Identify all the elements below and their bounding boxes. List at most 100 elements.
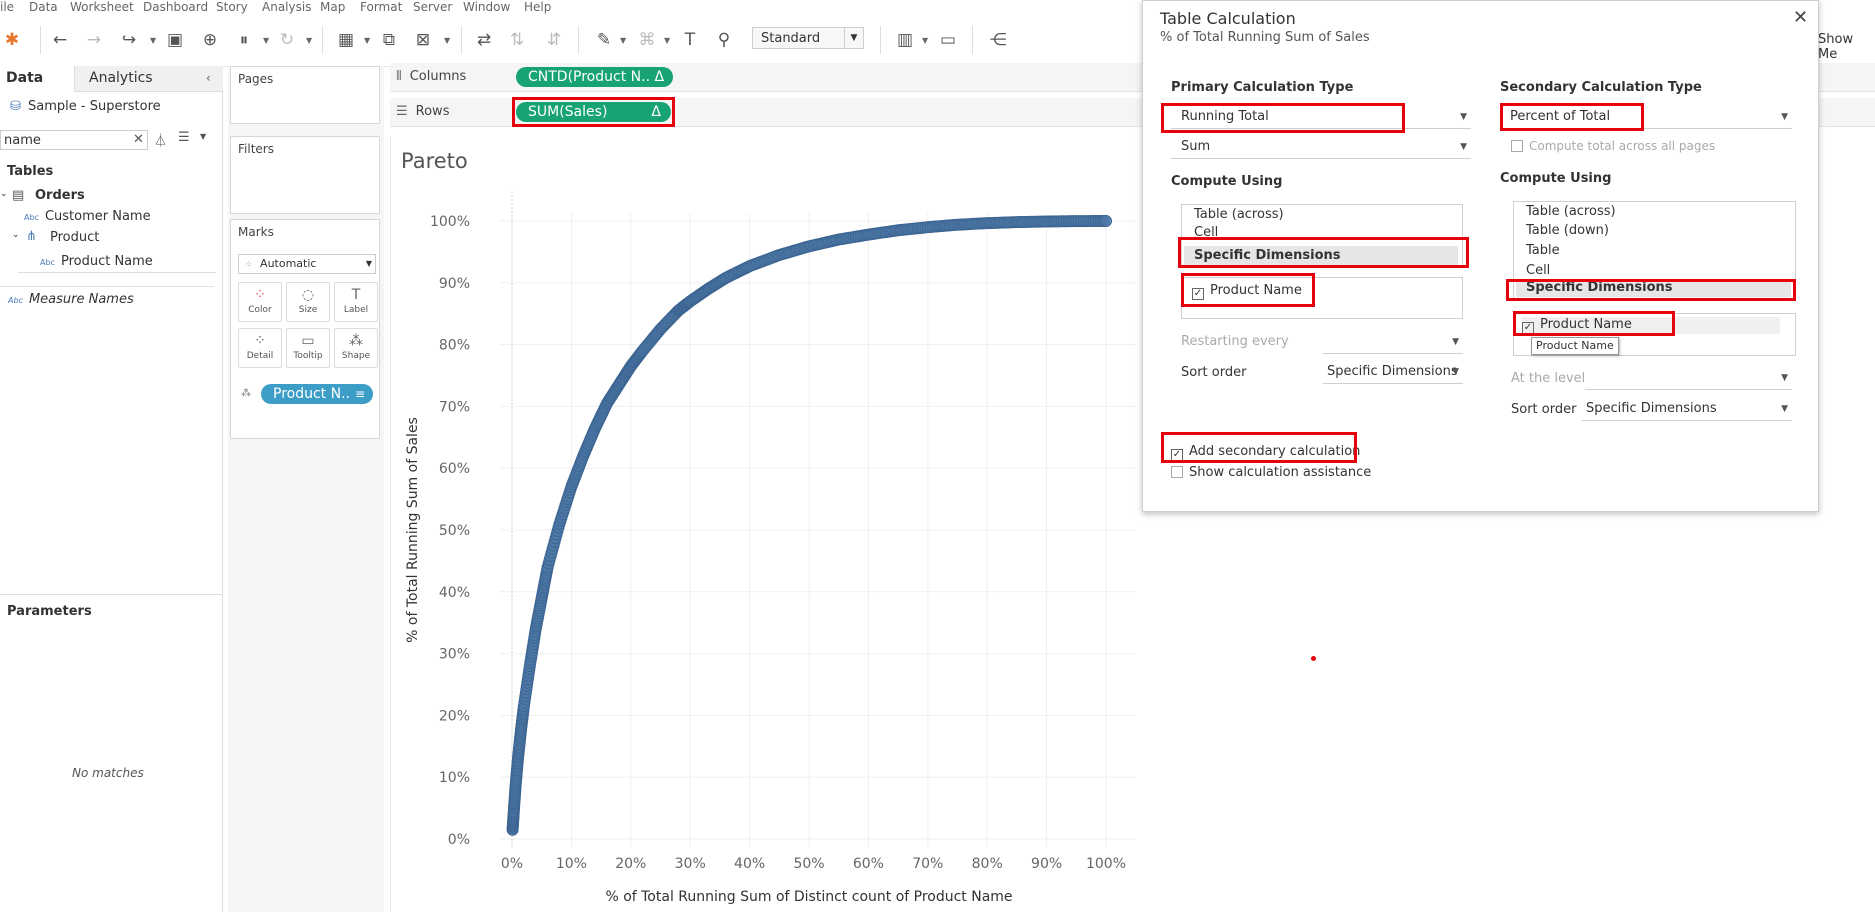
menu-story[interactable]: Story	[216, 0, 248, 14]
scatter-point	[1100, 215, 1112, 227]
fit-select[interactable]: Standard ▼	[752, 27, 864, 49]
chevron-down-icon[interactable]: ▼	[306, 36, 312, 45]
mark-type-select[interactable]: ⁘ Automatic ▼	[238, 254, 376, 274]
new-datasource-icon[interactable]: ⊕	[198, 28, 222, 52]
refresh-icon[interactable]: ↻	[275, 28, 299, 52]
chevron-down-icon[interactable]: ▼	[263, 36, 269, 45]
menu-data[interactable]: Data	[29, 0, 58, 14]
menu-map[interactable]: Map	[320, 0, 345, 14]
save-icon[interactable]: ▣	[163, 28, 187, 52]
close-icon[interactable]: ✕	[1793, 7, 1808, 28]
primary-sort-value: Specific Dimensions	[1327, 364, 1458, 379]
detail-button[interactable]: ⁘ Detail	[238, 328, 282, 368]
datasource-name[interactable]: Sample - Superstore	[28, 99, 161, 114]
menu-window[interactable]: Window	[463, 0, 510, 14]
menu-format[interactable]: Format	[360, 0, 402, 14]
undo-icon[interactable]: ←	[48, 28, 72, 52]
replay-icon[interactable]: ↪	[117, 28, 141, 52]
chevron-down-icon[interactable]: ▼	[922, 36, 928, 45]
dimension-tooltip: Product Name	[1531, 337, 1619, 355]
y-tick-label: 20%	[439, 708, 470, 724]
compute-option-table[interactable]: Table	[1526, 243, 1560, 258]
field-search-input[interactable]: name ✕	[0, 130, 148, 150]
compute-total-option[interactable]: Compute total across all pages	[1511, 139, 1715, 153]
new-worksheet-icon[interactable]: ▦	[334, 28, 358, 52]
compute-total-label: Compute total across all pages	[1529, 139, 1716, 153]
y-tick-label: 100%	[430, 214, 470, 230]
rows-label-text: Rows	[415, 104, 450, 119]
columns-pill[interactable]: CNTD(Product N.. Δ	[516, 67, 673, 87]
compute-option-cell[interactable]: Cell	[1194, 225, 1218, 237]
tab-analytics[interactable]: Analytics	[89, 66, 153, 91]
tree-customer-name-label: Customer Name	[44, 209, 151, 224]
toolbar-separator	[322, 26, 323, 54]
share-icon[interactable]: ⋲	[986, 28, 1010, 52]
tree-item-product-name[interactable]: Abc Product Name	[18, 252, 216, 273]
view-list-icon[interactable]: ☰	[178, 130, 190, 145]
menu-file[interactable]: ile	[0, 0, 14, 14]
chevron-down-icon[interactable]: ▼	[200, 132, 206, 141]
chevron-down-icon[interactable]: ⌄	[12, 230, 20, 240]
filters-card[interactable]: Filters	[230, 136, 380, 214]
dialog-subtitle: % of Total Running Sum of Sales	[1160, 30, 1370, 45]
chevron-down-icon[interactable]: ▼	[620, 36, 626, 45]
tab-data[interactable]: Data	[6, 66, 43, 91]
tooltip-label: Tooltip	[293, 351, 323, 361]
tree-orders[interactable]: Orders	[35, 188, 85, 203]
tree-item-customer-name[interactable]: Abc Customer Name	[24, 209, 151, 224]
tooltip-button[interactable]: ▭ Tooltip	[286, 328, 330, 368]
primary-aggregation-select[interactable]: Sum ▼	[1171, 135, 1471, 159]
show-cards-icon[interactable]: ▥	[893, 28, 917, 52]
compute-option-table-across[interactable]: Table (across)	[1526, 204, 1616, 219]
restarting-select[interactable]: ▼	[1323, 330, 1463, 354]
fix-axes-icon[interactable]: ⚲	[712, 28, 736, 52]
size-button[interactable]: ◌ Size	[286, 282, 330, 322]
pause-updates-icon[interactable]: ⏸	[232, 28, 256, 52]
label-label: Label	[343, 305, 369, 315]
clear-search-icon[interactable]: ✕	[133, 132, 144, 147]
menu-server[interactable]: Server	[413, 0, 452, 14]
show-assistance-option[interactable]: Show calculation assistance	[1171, 465, 1371, 480]
compute-option-table-down[interactable]: Table (down)	[1526, 223, 1609, 238]
y-tick-label: 50%	[439, 523, 470, 539]
sort-ascending-icon[interactable]: ⇅	[505, 28, 529, 52]
highlight-icon[interactable]: ✎	[592, 28, 616, 52]
datasource-icon: ⛁	[10, 99, 21, 114]
chevron-down-icon[interactable]: ▼	[150, 36, 156, 45]
menu-help[interactable]: Help	[524, 0, 551, 14]
duplicate-sheet-icon[interactable]: ⧉	[377, 28, 401, 52]
presentation-mode-icon[interactable]: ▭	[936, 28, 960, 52]
primary-sort-select[interactable]: Specific Dimensions ▼	[1323, 360, 1463, 384]
at-level-select[interactable]: ▼	[1585, 366, 1792, 390]
tree-item-measure-names[interactable]: Abc Measure Names	[8, 292, 134, 307]
group-members-icon[interactable]: ⌘	[635, 28, 659, 52]
swap-rows-columns-icon[interactable]: ⇄	[472, 28, 496, 52]
label-button[interactable]: T Label	[334, 282, 378, 322]
detail-pill[interactable]: Product N.. ≡	[261, 384, 373, 404]
pages-card[interactable]: Pages	[230, 66, 380, 124]
filter-icon[interactable]: ⏃	[154, 130, 167, 149]
chevron-down-icon[interactable]: ▼	[364, 36, 370, 45]
compute-option-table-across[interactable]: Table (across)	[1194, 207, 1284, 222]
show-mark-labels-icon[interactable]: T	[678, 28, 702, 52]
chevron-down-icon[interactable]: ▼	[664, 36, 670, 45]
menu-dashboard[interactable]: Dashboard	[143, 0, 208, 14]
y-tick-label: 30%	[439, 647, 470, 663]
tableau-logo-icon[interactable]: ✱	[0, 28, 24, 52]
compute-option-cell[interactable]: Cell	[1526, 263, 1550, 275]
sort-descending-icon[interactable]: ⇵	[542, 28, 566, 52]
show-me-button[interactable]: Show Me	[1818, 32, 1875, 62]
clear-sheet-icon[interactable]: ⊠	[411, 28, 435, 52]
redo-icon[interactable]: →	[82, 28, 106, 52]
menu-worksheet[interactable]: Worksheet	[70, 0, 134, 14]
shape-button[interactable]: ⁂ Shape	[334, 328, 378, 368]
detail-icon: ⁘	[254, 333, 266, 349]
tree-product[interactable]: Product	[50, 230, 99, 245]
secondary-sort-select[interactable]: Specific Dimensions ▼	[1582, 397, 1792, 421]
menu-analysis[interactable]: Analysis	[262, 0, 311, 14]
collapse-pane-icon[interactable]: ‹	[206, 66, 211, 91]
chevron-down-icon[interactable]: ⌄	[0, 189, 8, 199]
color-button[interactable]: ⁘ Color	[238, 282, 282, 322]
chevron-down-icon[interactable]: ▼	[444, 36, 450, 45]
marks-card: Marks ⁘ Automatic ▼ ⁘ Color ◌ Size T Label …	[230, 219, 380, 439]
